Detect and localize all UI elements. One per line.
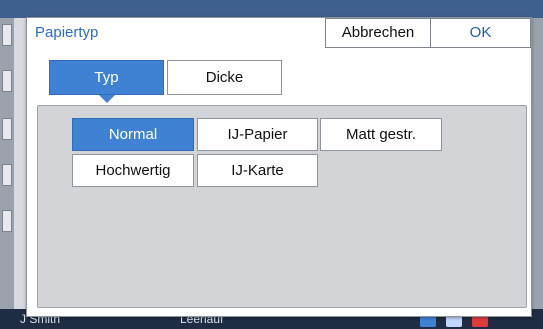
ok-button[interactable]: OK [430,18,531,48]
document-icon [2,118,12,140]
option-ij-papier[interactable]: IJ-Papier [197,118,318,151]
tab-dicke[interactable]: Dicke [167,60,282,95]
active-tab-indicator [99,95,115,103]
background-right-column [531,18,543,329]
dialog-title: Papiertyp [35,24,99,41]
background-left-column [0,18,14,329]
paper-type-dialog: Papiertyp Abbrechen OK Typ Dicke Normal … [26,17,532,317]
option-ij-karte[interactable]: IJ-Karte [197,154,318,187]
option-hochwertig[interactable]: Hochwertig [72,154,194,187]
tab-typ[interactable]: Typ [49,60,164,95]
check-icon [2,210,12,232]
option-normal[interactable]: Normal [72,118,194,151]
document-icon [2,164,12,186]
cancel-button[interactable]: Abbrechen [325,18,431,48]
background-top-bar [0,0,543,18]
dialog-header: Papiertyp Abbrechen OK [27,18,531,48]
option-matt-gestr[interactable]: Matt gestr. [320,118,442,151]
document-icon [2,24,12,46]
document-icon [2,70,12,92]
options-panel: Normal IJ-Papier Matt gestr. Hochwertig … [37,105,527,308]
